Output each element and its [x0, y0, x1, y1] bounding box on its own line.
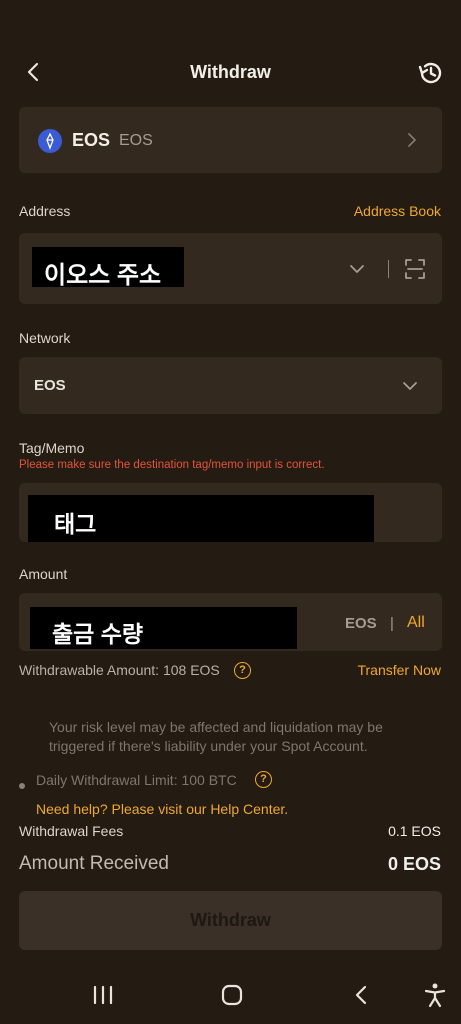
- amount-unit: EOS: [345, 615, 377, 632]
- help-icon[interactable]: ?: [255, 771, 272, 788]
- withdraw-button[interactable]: Withdraw: [19, 891, 442, 950]
- bullet-dot: [19, 783, 25, 789]
- home-icon[interactable]: [221, 984, 243, 1006]
- tag-memo-label: Tag/Memo: [19, 440, 85, 456]
- back-nav-icon[interactable]: [352, 984, 370, 1006]
- address-input-value[interactable]: 이오스 주소: [32, 247, 184, 289]
- tag-memo-input-value[interactable]: 태그: [28, 495, 374, 542]
- recent-apps-icon[interactable]: [92, 985, 114, 1005]
- withdrawable-amount: Withdrawable Amount: 108 EOS: [19, 662, 220, 678]
- tag-memo-warning: Please make sure the destination tag/mem…: [19, 459, 325, 471]
- help-center-link[interactable]: Need help? Please visit our Help Center.: [36, 801, 288, 817]
- network-label: Network: [19, 330, 71, 346]
- chevron-right-icon: [408, 133, 416, 147]
- accessibility-icon[interactable]: [423, 982, 447, 1008]
- amount-received-value: 0 EOS: [387, 854, 441, 874]
- coin-name: EOS: [119, 132, 153, 149]
- tag-memo-field[interactable]: 태그: [19, 483, 442, 542]
- all-button[interactable]: All: [407, 614, 425, 632]
- amount-label: Amount: [19, 566, 68, 582]
- address-label: Address: [19, 203, 71, 219]
- page-title: Withdraw: [190, 62, 271, 82]
- network-value: EOS: [34, 377, 66, 394]
- withdrawal-fees-value: 0.1 EOS: [388, 823, 441, 839]
- coin-symbol: EOS: [72, 130, 111, 150]
- chevron-down-icon[interactable]: [348, 263, 366, 275]
- eos-coin-icon: [38, 129, 62, 153]
- amount-field[interactable]: 출금 수량 EOS | All: [19, 593, 442, 651]
- history-icon[interactable]: [416, 59, 444, 87]
- amount-input-value[interactable]: 출금 수량: [30, 607, 297, 649]
- daily-limit-note: Daily Withdrawal Limit: 100 BTC: [36, 772, 237, 788]
- coin-selector[interactable]: EOS EOS: [19, 107, 442, 173]
- chevron-down-icon: [403, 382, 417, 390]
- risk-note: Your risk level may be affected and liqu…: [49, 719, 383, 754]
- divider: [388, 260, 389, 278]
- address-field[interactable]: 이오스 주소: [19, 233, 442, 304]
- withdrawal-fees-label: Withdrawal Fees: [19, 823, 124, 839]
- network-selector[interactable]: EOS: [19, 357, 442, 414]
- header-bar: Withdraw: [0, 48, 461, 98]
- amount-separator: |: [390, 615, 394, 632]
- amount-received-label: Amount Received: [19, 853, 169, 874]
- scan-icon[interactable]: [404, 258, 426, 280]
- system-nav-bar: [0, 968, 461, 1024]
- address-book-link[interactable]: Address Book: [354, 203, 441, 219]
- help-icon[interactable]: ?: [234, 662, 251, 679]
- transfer-now-link[interactable]: Transfer Now: [357, 662, 441, 678]
